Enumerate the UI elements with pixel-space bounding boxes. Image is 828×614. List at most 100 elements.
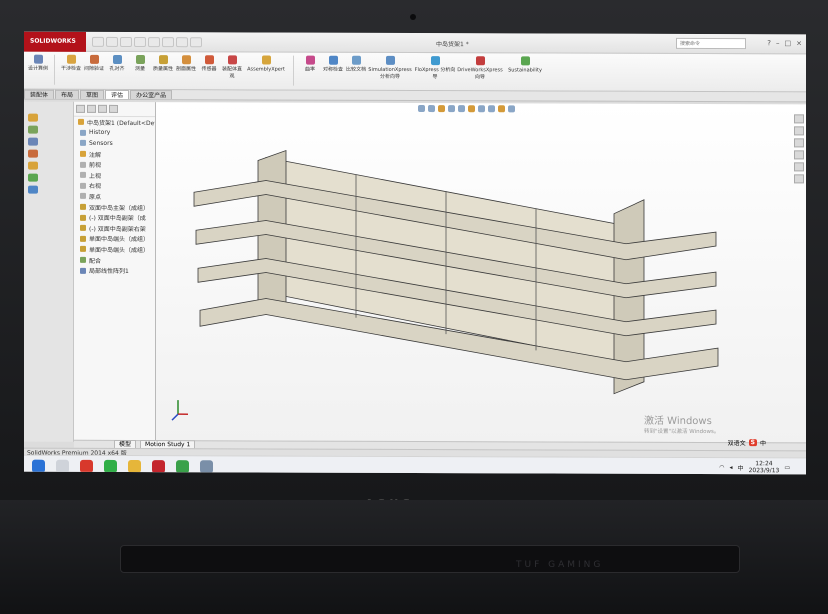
rebuild-icon[interactable] (176, 36, 188, 47)
ribbon-assembly-viz[interactable]: 装配体直观 (222, 55, 242, 80)
tree-root[interactable]: 中岛货架1 (Default<Def (74, 117, 155, 128)
ribbon-clearance[interactable]: 间隙验证 (84, 54, 104, 73)
ribbon-interference[interactable]: 干涉检查 (61, 54, 81, 73)
activation-watermark: 激活 Windows 转到"设置"以激活 Windows。 (644, 415, 720, 436)
ribbon-mass-props[interactable]: 质量属性 (153, 55, 173, 73)
tree-item[interactable]: 单面中岛端头（成组） (74, 244, 155, 255)
ime-extra: 双语文 (727, 440, 746, 448)
system-tray: ◠ ◂ 中 12:24 2023/9/13 ▭ (719, 460, 790, 474)
ribbon-compare[interactable]: 比较文档 (346, 55, 366, 74)
open-icon[interactable] (106, 36, 118, 47)
shelf-model (171, 149, 719, 421)
ime-icon[interactable]: 中 (738, 463, 744, 472)
ribbon-measure[interactable]: 测量 (130, 55, 150, 73)
sogou-icon[interactable]: S (748, 439, 757, 447)
tab-office[interactable]: 办公室产品 (130, 90, 173, 100)
left-toolbar (24, 101, 74, 442)
print-icon[interactable] (134, 36, 146, 47)
laptop-hinge (120, 545, 740, 573)
workspace: 中岛货架1 (Default<Def History Sensors 注解 前视… (24, 101, 806, 445)
undo-icon[interactable] (148, 36, 160, 47)
ribbon-symmetry[interactable]: 对称检查 (323, 55, 343, 74)
tree-item[interactable]: Sensors (74, 138, 155, 149)
notification-icon[interactable]: ▭ (784, 464, 790, 471)
file-explorer-icon[interactable] (128, 459, 141, 474)
custom-props-icon[interactable] (794, 174, 804, 184)
ribbon-floxpress[interactable]: FloXpress 分析向导 (414, 56, 456, 81)
tab-sketch[interactable]: 草图 (80, 89, 105, 99)
tree-item[interactable]: 右视 (74, 180, 155, 191)
tree-item[interactable]: (-) 双面中岛副架（成 (74, 212, 155, 223)
windows-start-icon[interactable] (32, 459, 45, 473)
ribbon-assemblyxpert[interactable]: AssemblyXpert (245, 55, 287, 73)
volume-icon[interactable]: ◂ (730, 464, 733, 471)
save-icon[interactable] (120, 36, 132, 47)
ribbon-hole-align[interactable]: 孔对齐 (107, 54, 127, 73)
wechat-icon[interactable] (104, 459, 117, 473)
tool-icon[interactable] (28, 137, 38, 146)
tab-evaluate[interactable]: 评估 (105, 89, 130, 100)
search-input[interactable]: 搜索命令 (676, 37, 746, 50)
ribbon-section-props[interactable]: 剖面属性 (176, 55, 196, 73)
ribbon-design-study[interactable]: 设计算例 (28, 54, 48, 73)
solidworks-icon[interactable] (152, 460, 165, 474)
graphics-viewport[interactable]: 激活 Windows 转到"设置"以激活 Windows。 (156, 102, 806, 445)
wifi-icon[interactable]: ◠ (719, 464, 724, 471)
ribbon-driveworks[interactable]: DriveWorksXpress 向导 (457, 56, 503, 81)
tree-item[interactable]: 双面中岛主架（成组） (74, 202, 155, 213)
clock[interactable]: 12:24 2023/9/13 (749, 460, 780, 474)
browser-icon[interactable] (176, 460, 189, 474)
app-icon[interactable] (200, 460, 213, 474)
ribbon-sustainability[interactable]: Sustainability (504, 56, 546, 74)
options-icon[interactable] (190, 36, 202, 47)
screen: SOLIDWORKS 中岛货架1 * 搜索命令 ? – □ × 设计算例 干涉检… (24, 31, 806, 475)
resources-icon[interactable] (794, 114, 804, 124)
tab-assembly[interactable]: 装配体 (24, 89, 55, 99)
select-icon[interactable] (162, 36, 174, 47)
feature-tree: 中岛货架1 (Default<Def History Sensors 注解 前视… (74, 101, 156, 443)
app-icon[interactable] (80, 459, 93, 473)
tree-tab[interactable] (98, 104, 107, 113)
axis-triad (171, 400, 188, 421)
minimize-button[interactable]: – (776, 39, 780, 47)
tree-tab[interactable] (109, 104, 118, 113)
help-icon[interactable]: ? (767, 39, 771, 47)
tree-item[interactable]: 局部线性阵列1 (74, 265, 155, 276)
tool-icon[interactable] (28, 113, 38, 122)
webcam (410, 14, 416, 20)
task-pane (794, 114, 806, 184)
ribbon-simulationxpress[interactable]: SimulationXpress 分析向导 (368, 55, 412, 81)
tool-icon[interactable] (28, 161, 38, 170)
tool-icon[interactable] (28, 149, 38, 158)
design-library-icon[interactable] (794, 126, 804, 136)
tree-item[interactable]: 前视 (74, 159, 155, 170)
tool-icon[interactable] (28, 125, 38, 134)
search-icon[interactable] (56, 459, 69, 473)
view-palette-icon[interactable] (794, 150, 804, 160)
command-tabs: 装配体 布局 草图 评估 办公室产品 (24, 89, 806, 103)
tree-item[interactable]: 单面中岛端头（成组） (74, 233, 155, 244)
tree-tab[interactable] (87, 104, 96, 113)
tree-item[interactable]: 注解 (74, 149, 155, 160)
tree-tabs (74, 104, 155, 118)
tree-item[interactable]: History (74, 127, 155, 138)
tree-item[interactable]: (-) 双面中岛副架右架 (74, 223, 155, 234)
tab-layout[interactable]: 布局 (55, 89, 80, 99)
tree-item[interactable]: 原点 (74, 191, 155, 202)
ribbon-curvature[interactable]: 曲率 (300, 55, 320, 74)
tree-item[interactable]: 上视 (74, 170, 155, 181)
tree-tab[interactable] (76, 104, 85, 113)
windows-taskbar: ◠ ◂ 中 12:24 2023/9/13 ▭ (24, 454, 806, 475)
maximize-button[interactable]: □ (785, 39, 792, 47)
new-icon[interactable] (92, 36, 104, 47)
ime-lang[interactable]: 中 (760, 438, 766, 447)
close-button[interactable]: × (796, 39, 802, 47)
appearances-icon[interactable] (794, 162, 804, 172)
ribbon-sensor[interactable]: 传感器 (199, 55, 219, 73)
file-explorer-icon[interactable] (794, 138, 804, 148)
laptop-series-logo: TUF GAMING (516, 560, 604, 570)
tool-icon[interactable] (28, 173, 38, 182)
tree-item[interactable]: 配合 (74, 255, 155, 266)
document-title: 中岛货架1 * (436, 41, 469, 49)
tool-icon[interactable] (28, 185, 38, 194)
